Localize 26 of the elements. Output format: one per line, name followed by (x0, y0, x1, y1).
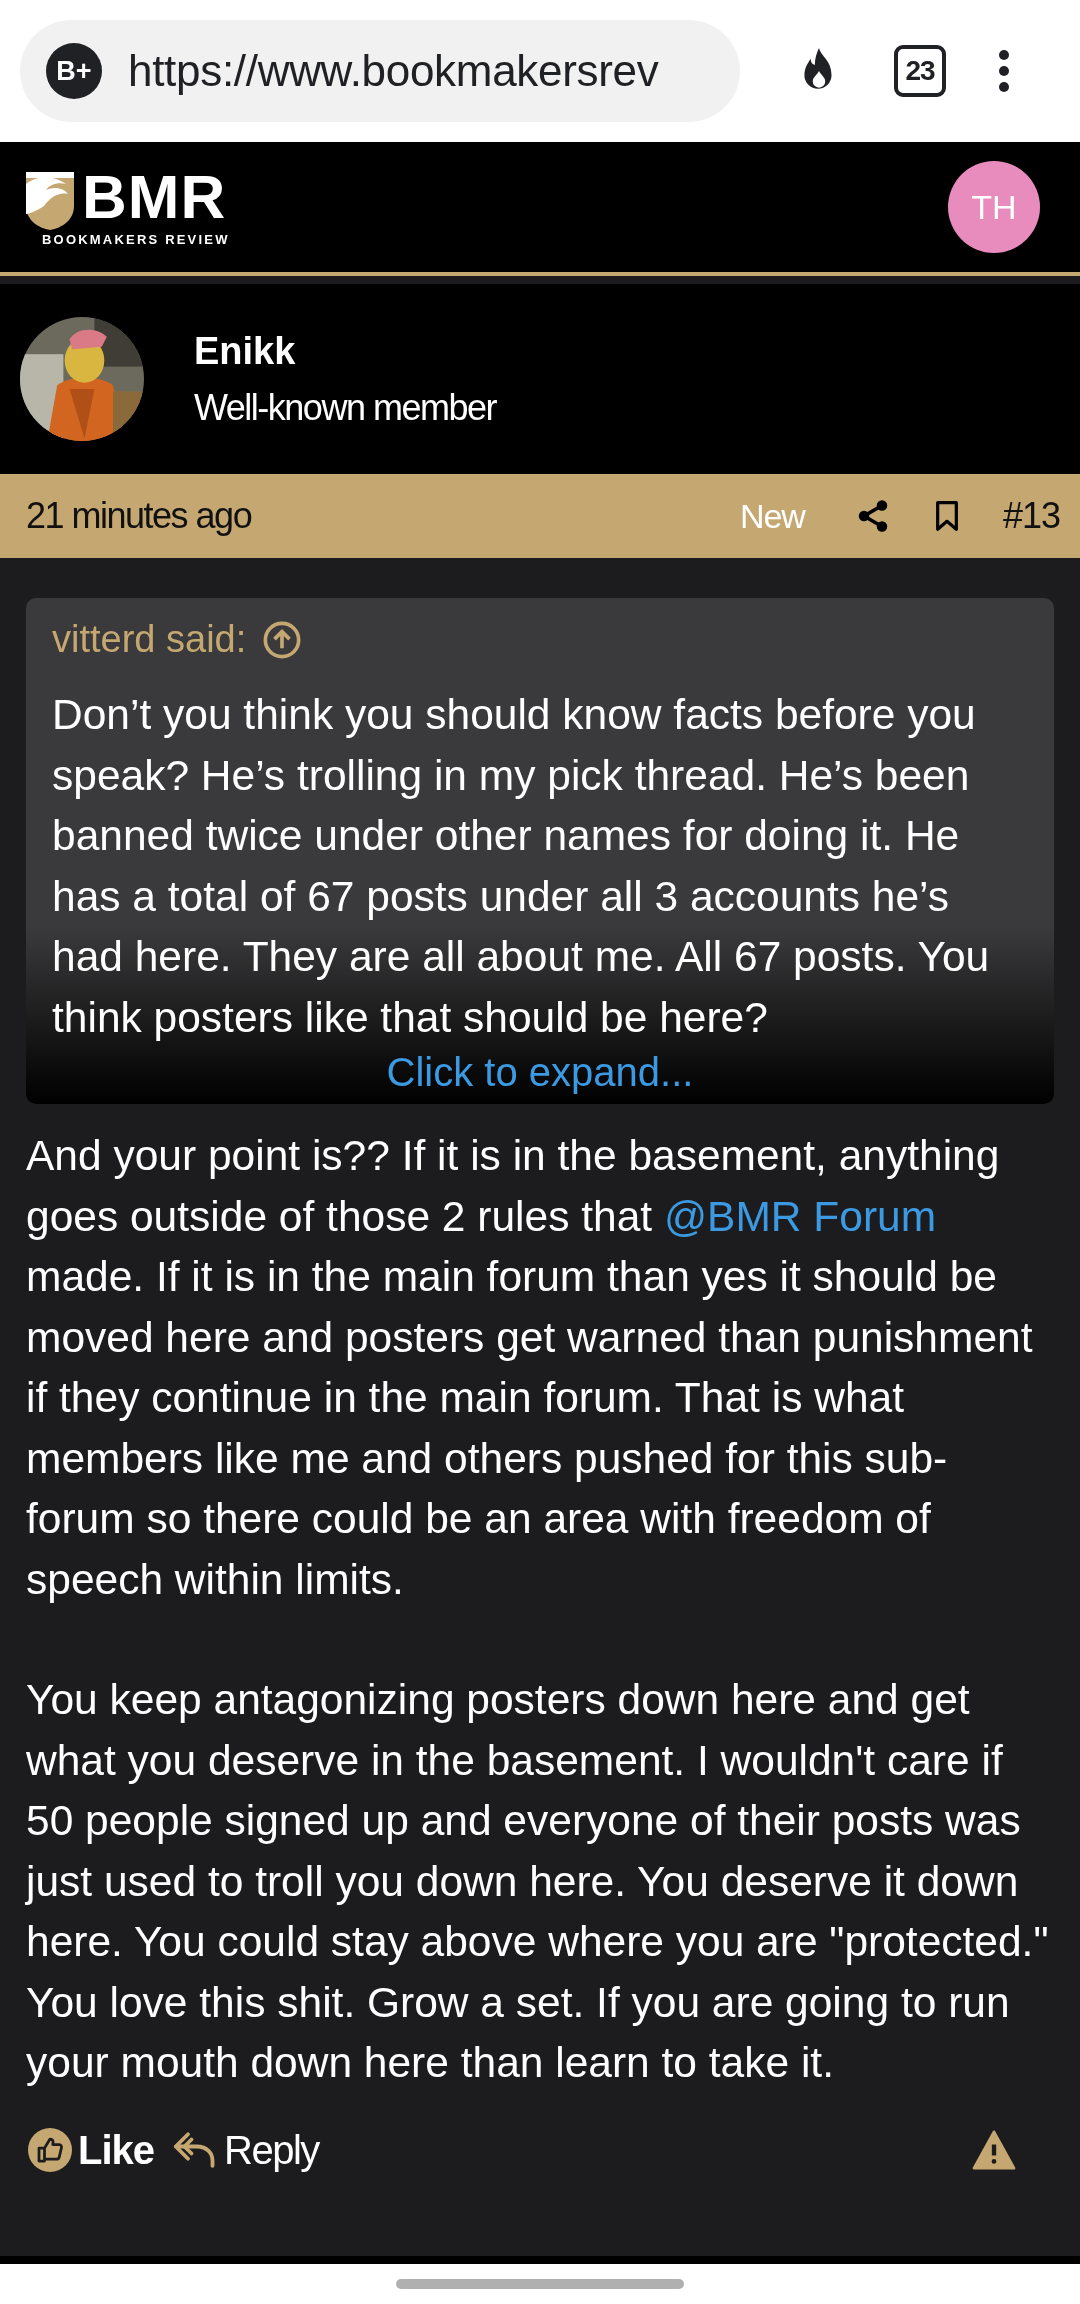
address-bar[interactable]: B+ https://www.bookmakersrev (20, 20, 740, 122)
arrow-up-icon[interactable] (262, 619, 303, 660)
quote-author[interactable]: vitterd said: (52, 618, 247, 661)
post-time[interactable]: 21 minutes ago (26, 495, 252, 537)
post-paragraph: And your point is?? If it is in the basement, anything goes outside of those 2 rules that @BMR Forum made. If it is in the main forum than yes it should be moved here and posters get warned than punishment if they continue in the main forum. That is what members like me and others pushed for this sub-forum so there could be an area with freedom of speech within limits. (26, 1131, 1034, 1605)
logo-text: BMR (82, 167, 228, 226)
like-button[interactable]: Like (28, 2127, 155, 2173)
site-icon: B+ (46, 43, 102, 99)
tab-count-button[interactable]: 23 (894, 45, 946, 97)
author-name[interactable]: Enikk (194, 329, 496, 373)
new-label: New (739, 496, 805, 536)
quote-text: Don’t you think you should know facts before you speak? He’s trolling in my pick thread. He’s been banned twice under other names for doing it. He has a total of 67 posts under all 3 accounts he’s had here. They are all about me. All 67 posts. You think posters like that should be here? (51, 690, 991, 1043)
site-logo[interactable]: BMR BOOKMAKERS REVIEW (24, 167, 230, 247)
menu-icon[interactable] (998, 49, 1010, 93)
post-number[interactable]: #13 (1002, 495, 1060, 537)
logo-subtitle: BOOKMAKERS REVIEW (42, 231, 230, 247)
user-title: Well-known member (194, 386, 496, 429)
expand-link[interactable]: Click to expand... (386, 1048, 694, 1096)
mention-link[interactable]: @BMR Forum (663, 1192, 937, 1240)
gesture-handle[interactable] (396, 2279, 684, 2289)
reply-button[interactable]: Reply (172, 2127, 319, 2173)
thumbs-up-icon (28, 2128, 72, 2172)
url-text: https://www.bookmakersrev (128, 46, 659, 96)
warning-icon[interactable] (972, 2130, 1016, 2170)
post-paragraph: You keep antagonizing posters down here and get what you deserve in the basement. I wouldn't care if 50 people signed up and everyone of their posts was just used to troll you down here. You deserve it down here. You could stay above where you are "protected." You love this shit. Grow a set. If you are going to run your mouth down here than learn to take it. (26, 1675, 1050, 2088)
shield-icon (24, 169, 76, 232)
